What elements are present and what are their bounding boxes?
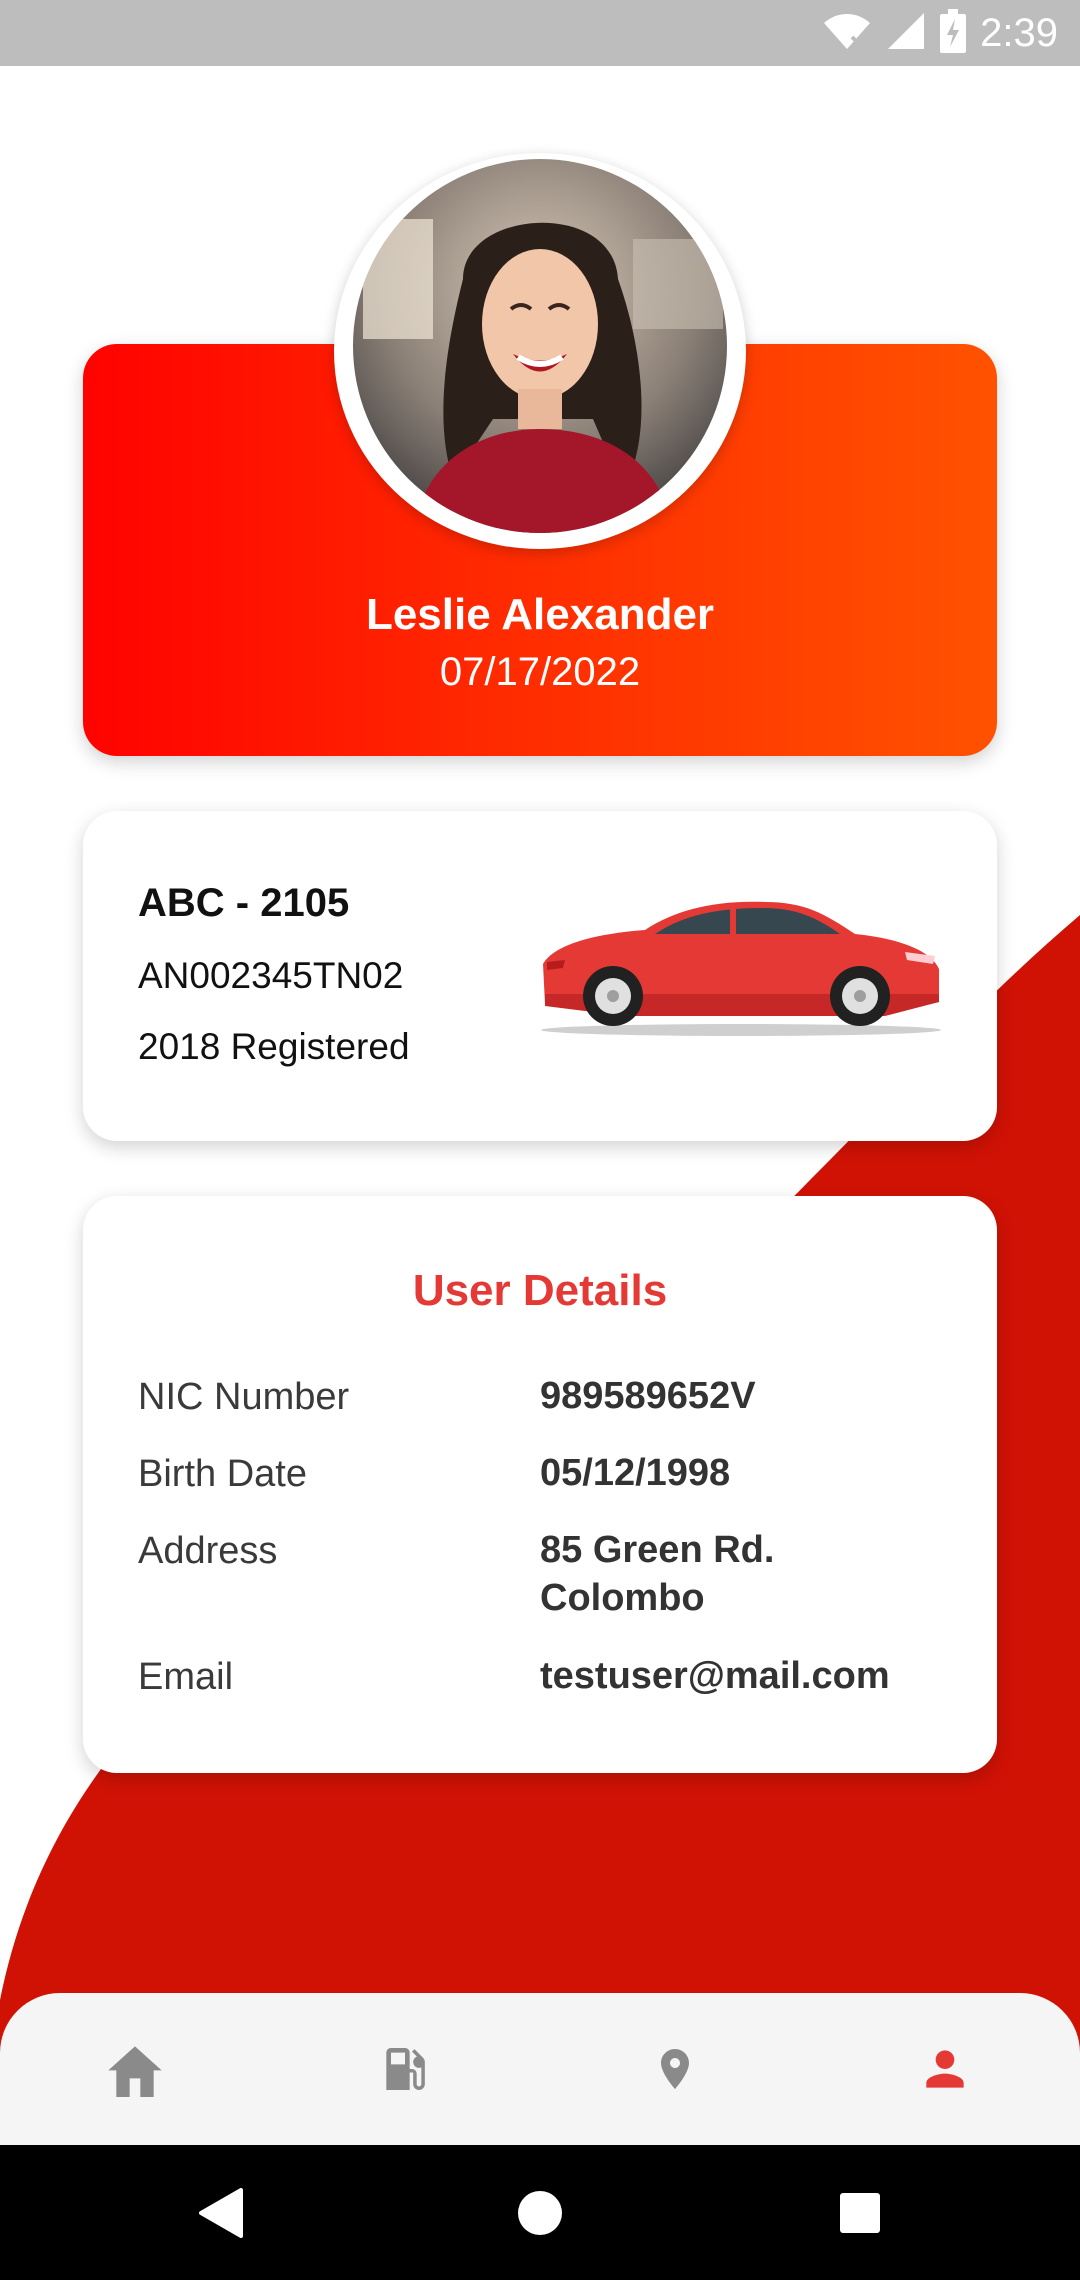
- birth-date-value: 05/12/1998: [540, 1452, 731, 1494]
- recents-button[interactable]: [818, 2171, 902, 2255]
- red-car-icon: [535, 894, 947, 1044]
- home-icon: [108, 2046, 162, 2097]
- fuel-icon: [386, 2048, 425, 2090]
- nav-home[interactable]: [95, 2029, 175, 2109]
- address-value: 85 Green Rd. Colombo: [540, 1526, 774, 1622]
- vehicle-card[interactable]: ABC - 2105 AN002345TN02 2018 Registered: [83, 811, 997, 1141]
- user-details-card: User Details NIC Number 989589652V Birth…: [83, 1196, 997, 1773]
- back-button[interactable]: [178, 2171, 262, 2255]
- person-icon: [926, 2050, 964, 2088]
- nav-location[interactable]: [635, 2029, 715, 2109]
- back-icon: [199, 2188, 243, 2238]
- nic-number-value: 989589652V: [540, 1375, 756, 1417]
- home-circle-icon: [518, 2191, 562, 2235]
- bottom-navigation: [0, 1993, 1080, 2145]
- home-button[interactable]: [498, 2171, 582, 2255]
- profile-date: 07/17/2022: [439, 650, 641, 694]
- vehicle-chassis-number: AN002345TN02: [138, 955, 404, 996]
- email-label: Email: [138, 1656, 234, 1698]
- email-value: testuser@mail.com: [540, 1655, 890, 1697]
- nav-fuel[interactable]: [365, 2029, 445, 2109]
- nav-profile[interactable]: [905, 2029, 985, 2109]
- address-line-1: 85 Green Rd.: [540, 1529, 775, 1571]
- profile-name: Leslie Alexander: [365, 590, 715, 639]
- user-details-title: User Details: [412, 1266, 668, 1315]
- avatar[interactable]: [334, 153, 746, 549]
- nic-number-label: NIC Number: [138, 1376, 350, 1418]
- birth-date-label: Birth Date: [138, 1453, 307, 1495]
- location-pin-icon: [661, 2049, 689, 2089]
- vehicle-registered-year: 2018 Registered: [138, 1026, 410, 1067]
- vehicle-plate: ABC - 2105: [138, 881, 350, 925]
- profile-photo: [353, 159, 727, 533]
- address-label: Address: [138, 1530, 278, 1572]
- system-navigation-bar: [0, 2145, 1080, 2280]
- recents-icon: [840, 2193, 880, 2233]
- address-line-2: Colombo: [540, 1577, 705, 1619]
